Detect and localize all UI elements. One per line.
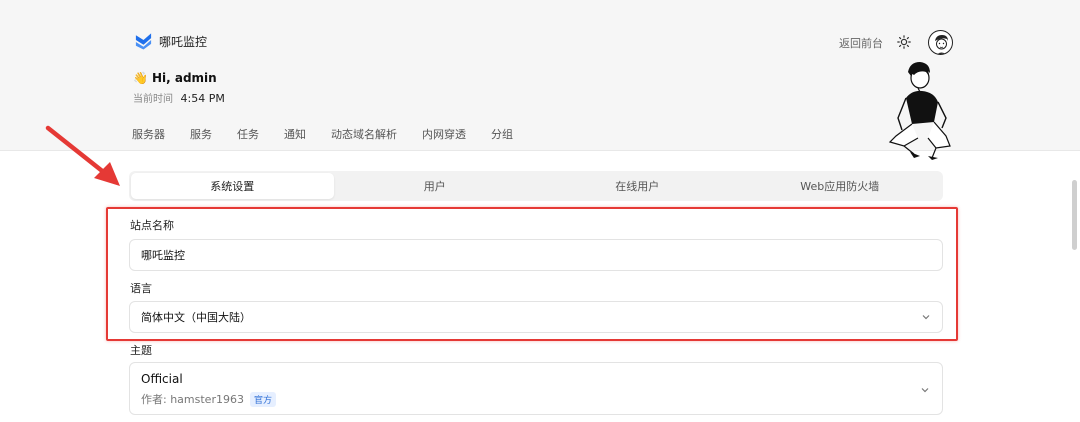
back-to-frontend-link[interactable]: 返回前台 [839, 35, 883, 51]
theme-label: 主题 [130, 344, 152, 357]
sitting-person-illustration [888, 62, 951, 160]
nav-item-servers[interactable]: 服务器 [132, 126, 165, 142]
nav-item-nat[interactable]: 内网穿透 [422, 126, 466, 142]
theme-meta: 作者: hamster1963 官方 [141, 391, 931, 407]
main-nav: 服务器 服务 任务 通知 动态域名解析 内网穿透 分组 [132, 126, 538, 142]
waving-hand-icon: 👋 [133, 71, 148, 85]
tab-system-settings[interactable]: 系统设置 [131, 173, 334, 199]
app-name: 哪吒监控 [159, 34, 208, 49]
theme-select[interactable]: Official 作者: hamster1963 官方 [129, 362, 943, 415]
red-highlight-box-annotation [106, 207, 958, 341]
user-avatar[interactable] [928, 30, 953, 55]
nav-item-groups[interactable]: 分组 [491, 126, 513, 142]
header-band: 哪吒监控 👋 Hi, admin 当前时间 4:54 PM 服务器 服务 任务 … [0, 0, 1080, 160]
nav-item-ddns[interactable]: 动态域名解析 [331, 126, 397, 142]
app-logo[interactable]: 哪吒监控 [134, 31, 207, 51]
red-arrow-annotation [45, 125, 120, 186]
nav-item-services[interactable]: 服务 [190, 126, 212, 142]
current-time: 当前时间 4:54 PM [133, 90, 225, 105]
tab-web-firewall[interactable]: Web应用防火墙 [739, 173, 942, 199]
settings-tabs: 系统设置 用户 在线用户 Web应用防火墙 [129, 171, 943, 201]
greeting: 👋 Hi, admin [133, 71, 217, 85]
page-scrollbar[interactable] [1072, 180, 1077, 250]
sun-icon[interactable] [897, 35, 911, 49]
tab-online-users[interactable]: 在线用户 [536, 173, 739, 199]
avatar-face-icon [935, 35, 948, 54]
chevron-down-icon [921, 388, 929, 393]
official-badge: 官方 [249, 391, 276, 407]
nezha-logo-icon [135, 33, 152, 50]
nav-item-tasks[interactable]: 任务 [237, 126, 259, 142]
nav-item-notifications[interactable]: 通知 [284, 126, 306, 142]
theme-author: 作者: hamster1963 [141, 393, 244, 406]
greeting-text: Hi, admin [151, 71, 217, 85]
tab-users[interactable]: 用户 [334, 173, 537, 199]
theme-name: Official [141, 372, 183, 386]
time-label: 当前时间 [133, 94, 173, 105]
time-value: 4:54 PM [180, 92, 225, 105]
